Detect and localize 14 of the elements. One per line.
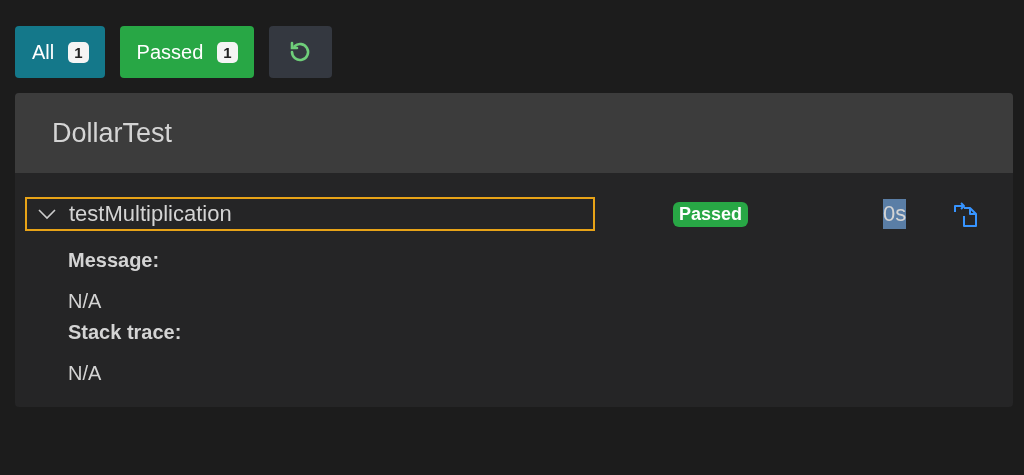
status-badge: Passed: [673, 201, 749, 227]
duration: 0s: [883, 199, 907, 229]
detail-label: Message:: [68, 249, 161, 272]
suite-title: DollarTest: [15, 93, 1013, 173]
detail-label: Stack trace:: [68, 321, 183, 344]
test-row[interactable]: testMultiplication: [25, 197, 595, 231]
test-name: testMultiplication: [69, 201, 232, 227]
detail-value: N/A: [68, 362, 103, 385]
filter-button[interactable]: All 1: [15, 26, 105, 78]
count-badge: 1: [68, 41, 89, 63]
detail-value: N/A: [68, 290, 103, 313]
refresh-button[interactable]: [268, 26, 332, 78]
count-badge: 1: [217, 41, 238, 63]
filter-button[interactable]: Passed 1: [119, 26, 254, 78]
